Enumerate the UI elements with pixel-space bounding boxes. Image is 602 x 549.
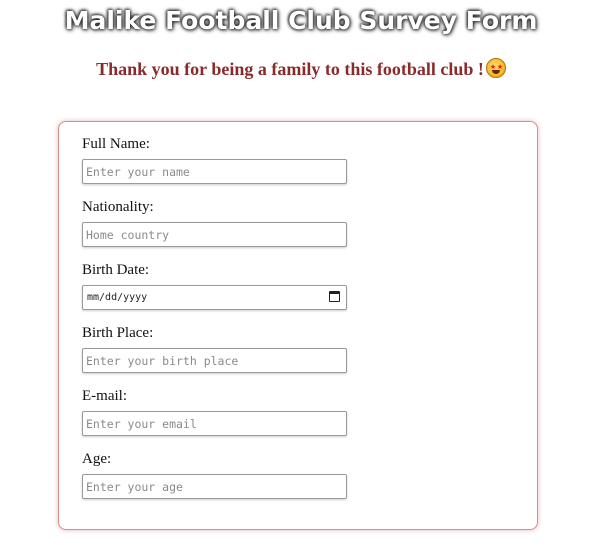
email-input[interactable] — [82, 411, 347, 436]
star-struck-emoji-icon: ★ ★ — [485, 58, 506, 78]
nationality-input[interactable] — [82, 222, 347, 247]
birth-place-input[interactable] — [82, 348, 347, 373]
full-name-input[interactable] — [82, 159, 347, 184]
email-label: E-mail: — [82, 388, 127, 404]
calendar-icon[interactable] — [329, 291, 340, 302]
page-subtitle: Thank you for being a family to this foo… — [0, 58, 602, 80]
nationality-label: Nationality: — [82, 199, 154, 215]
age-input[interactable] — [82, 474, 347, 499]
survey-form: Full Name: Nationality: Birth Date: mm/d… — [58, 121, 538, 530]
age-label: Age: — [82, 451, 112, 467]
page-title: Malike Football Club Survey Form — [64, 6, 538, 35]
full-name-label: Full Name: — [82, 136, 150, 152]
subtitle-text: Thank you for being a family to this foo… — [96, 59, 484, 79]
birth-date-label: Birth Date: — [82, 262, 150, 278]
birth-date-value: mm/dd/yyyy — [87, 292, 148, 303]
birth-date-input[interactable]: mm/dd/yyyy — [82, 285, 347, 310]
birth-place-label: Birth Place: — [82, 325, 154, 341]
